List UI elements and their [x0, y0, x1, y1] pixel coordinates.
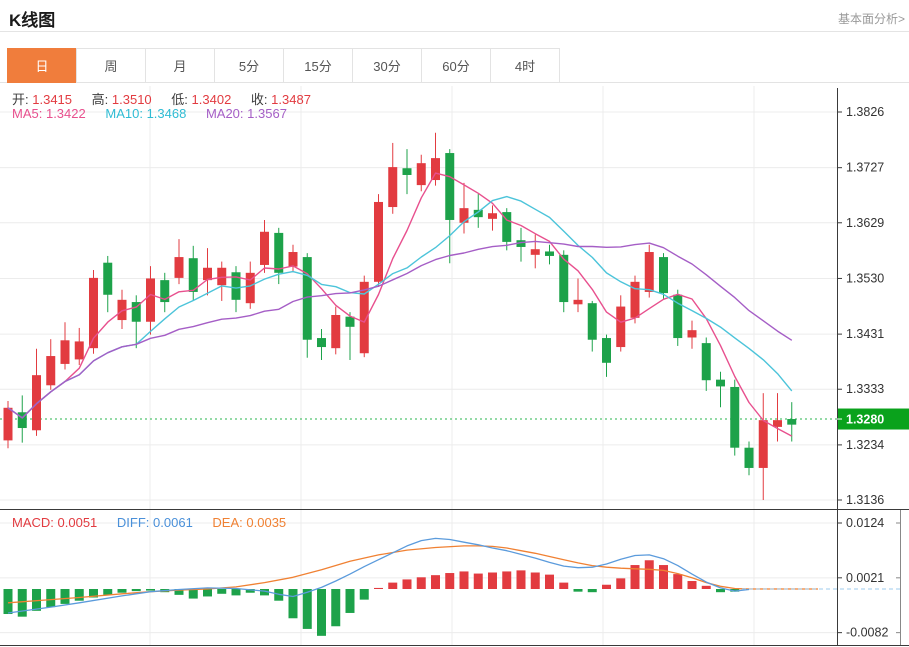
page-title: K线图	[9, 6, 55, 31]
macd-axis-label: -0.0082	[846, 626, 888, 640]
price-axis-label: 1.3431	[846, 327, 884, 341]
ma5-legend: MA5: 1.3422	[12, 106, 86, 121]
macd-value-legend: MACD: 0.0051	[12, 515, 97, 530]
price-axis-label: 1.3136	[846, 493, 884, 507]
low-legend: 低: 1.3402	[171, 92, 231, 107]
price-axis-label: 1.3234	[846, 438, 884, 452]
dea-value-legend: DEA: 0.0035	[212, 515, 286, 530]
tab-日[interactable]: 日	[7, 48, 77, 83]
macd-chart-area[interactable]	[0, 510, 837, 645]
price-axis-label: 1.3333	[846, 382, 884, 396]
header-divider	[0, 31, 909, 32]
period-tabs: 日周月5分15分30分60分4时	[8, 48, 560, 83]
close-legend: 收: 1.3487	[251, 92, 311, 107]
macd-legend: MACD: 0.0051 DIFF: 0.0061 DEA: 0.0035	[12, 515, 302, 530]
high-legend: 高: 1.3510	[92, 92, 152, 107]
ma-legend: MA5: 1.3422 MA10: 1.3468 MA20: 1.3567	[12, 106, 303, 121]
kline-widget: 1.3826 1.3727 1.3629 1.3530 1.3431 1.3333 1.32…	[0, 0, 909, 647]
tab-60分[interactable]: 60分	[421, 48, 491, 83]
macd-axis-label: 0.0124	[846, 516, 884, 530]
tab-5分[interactable]: 5分	[214, 48, 284, 83]
fundamental-analysis-link[interactable]: 基本面分析>	[838, 10, 905, 27]
tab-30分[interactable]: 30分	[352, 48, 422, 83]
main-chart-area[interactable]	[0, 86, 837, 509]
tab-月[interactable]: 月	[145, 48, 215, 83]
tab-15分[interactable]: 15分	[283, 48, 353, 83]
current-price-badge-label: 1.3280	[846, 413, 884, 427]
price-axis-label: 1.3629	[846, 216, 884, 230]
open-legend: 开: 1.3415	[12, 92, 72, 107]
tab-4时[interactable]: 4时	[490, 48, 560, 83]
price-axis-label: 1.3727	[846, 161, 884, 175]
diff-value-legend: DIFF: 0.0061	[117, 515, 193, 530]
tab-周[interactable]: 周	[76, 48, 146, 83]
price-axis-label: 1.3826	[846, 105, 884, 119]
price-axis-label: 1.3530	[846, 271, 884, 285]
macd-axis-label: 0.0021	[846, 571, 884, 585]
ma10-legend: MA10: 1.3468	[105, 106, 186, 121]
ma20-legend: MA20: 1.3567	[206, 106, 287, 121]
